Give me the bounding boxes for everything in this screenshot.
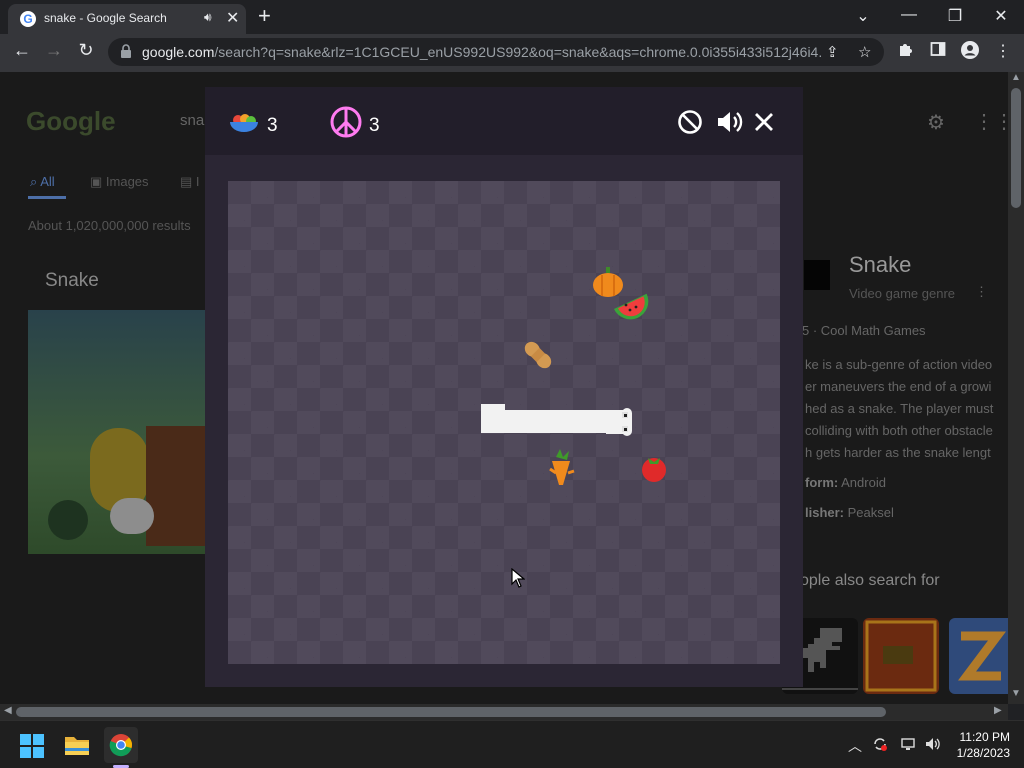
block-icon[interactable] <box>677 109 703 135</box>
browser-toolbar: ← → ↻ google.com/search?q=snake&rlz=1C1G… <box>0 34 1024 72</box>
google-logo[interactable]: Google <box>26 106 116 137</box>
clock-date[interactable]: 1/28/2023 <box>950 746 1010 760</box>
snake-game-modal: 3 3 <box>205 87 803 687</box>
clock-time[interactable]: 11:20 PM <box>958 730 1010 744</box>
forward-arrow-icon[interactable]: → <box>42 40 66 61</box>
windows-start-icon[interactable] <box>20 734 44 758</box>
tab-title: snake - Google Search <box>44 11 167 25</box>
minimize-button[interactable]: — <box>897 6 921 24</box>
network-icon[interactable] <box>900 736 916 755</box>
horizontal-scroll-thumb[interactable] <box>16 707 886 717</box>
description-line: ke is a sub-genre of action video <box>805 357 993 372</box>
knowledge-panel-subtitle: Video game genre <box>849 286 956 301</box>
fruit-bowl-icon <box>230 114 258 132</box>
url-domain: google.com <box>142 44 215 60</box>
side-panel-icon[interactable] <box>927 41 949 62</box>
settings-gear-icon[interactable]: ⚙ <box>927 110 945 135</box>
publisher-value[interactable]: Peaksel <box>848 505 894 520</box>
platform-row: form: Android <box>805 475 886 490</box>
google-apps-grid-icon[interactable]: ⋮⋮⋮ <box>974 109 1008 134</box>
snake-game-preview-image[interactable] <box>28 310 206 554</box>
tomato-icon <box>642 458 666 482</box>
url-path: /search?q=snake&rlz=1C1GCEU_enUS992US992… <box>214 44 822 60</box>
vertical-scrollbar[interactable]: ▲ ▼ <box>1008 72 1024 704</box>
scroll-up-arrow-icon[interactable]: ▲ <box>1011 72 1021 83</box>
results-count: About 1,020,000,000 results <box>28 218 191 233</box>
tab-audio-icon[interactable]: 🔊︎ <box>204 10 212 25</box>
scroll-right-arrow-icon[interactable]: ▶ <box>994 705 1002 716</box>
search-query-fragment[interactable]: sna <box>180 112 204 129</box>
platform-label: form: <box>805 475 839 490</box>
people-also-search-heading: ople also search for <box>800 572 940 589</box>
google-favicon-icon: G <box>20 11 36 27</box>
sound-icon[interactable] <box>715 109 743 135</box>
publisher-label: lisher: <box>805 505 845 520</box>
snake-body <box>481 410 611 433</box>
carrot-icon <box>549 449 575 485</box>
description-line: colliding with both other obstacle <box>805 423 993 438</box>
chrome-icon[interactable] <box>109 733 133 757</box>
profile-avatar-icon[interactable] <box>959 41 981 64</box>
mouse-cursor-icon <box>511 568 525 588</box>
publisher-row: lisher: Peaksel <box>805 505 894 520</box>
tab-all-label: All <box>40 174 55 189</box>
description-line: er maneuvers the end of a growi <box>805 379 992 394</box>
avocado-shape <box>48 500 88 540</box>
url-text[interactable]: google.com/search?q=snake&rlz=1C1GCEU_en… <box>142 44 822 60</box>
reload-icon[interactable]: ↻ <box>74 40 98 61</box>
crate-shape <box>146 426 206 546</box>
tab-all-underline <box>28 196 66 199</box>
show-hidden-icons-chevron-icon[interactable]: ︿ <box>848 736 862 756</box>
address-bar[interactable]: google.com/search?q=snake&rlz=1C1GCEU_en… <box>108 38 884 66</box>
tab-close-icon[interactable]: ✕ <box>226 8 239 28</box>
description-line: h gets harder as the snake lengt <box>805 445 991 460</box>
tab-strip: G snake - Google Search 🔊︎ ✕ + ⌄ — ❐ ✕ <box>0 0 1024 34</box>
share-icon[interactable]: ⇪ <box>826 43 839 61</box>
bookmark-star-icon[interactable]: ☆ <box>858 43 871 61</box>
more-options-icon[interactable]: ⋮ <box>975 284 988 300</box>
back-arrow-icon[interactable]: ← <box>10 40 34 61</box>
platform-value[interactable]: Android <box>841 475 886 490</box>
knowledge-panel-title: Snake <box>849 252 912 277</box>
game-header: 3 3 <box>205 87 803 155</box>
game-board[interactable] <box>228 181 780 664</box>
tab-search-chevron-icon[interactable]: ⌄ <box>851 6 875 26</box>
extensions-puzzle-icon[interactable] <box>895 41 917 62</box>
peanut-icon <box>524 341 552 369</box>
knowledge-panel-rating[interactable]: 5 · Cool Math Games <box>802 323 926 338</box>
description-line: hed as a snake. The player must <box>805 401 994 416</box>
fruit-score: 3 <box>267 115 278 136</box>
scroll-down-arrow-icon[interactable]: ▼ <box>1011 688 1021 699</box>
snake-heading: Snake <box>45 270 99 291</box>
watermelon-icon <box>613 293 649 320</box>
peace-score: 3 <box>369 115 380 136</box>
volume-icon[interactable] <box>924 736 942 755</box>
windows-taskbar: ︿ 11:20 PM 1/28/2023 <box>0 720 1024 768</box>
close-icon[interactable] <box>753 111 775 133</box>
game-thumbnail-3[interactable] <box>949 618 1008 694</box>
game-thumbnail-2[interactable] <box>863 618 939 694</box>
tab-more-label: I <box>195 174 200 189</box>
browser-tab[interactable]: G snake - Google Search 🔊︎ ✕ <box>8 4 246 34</box>
scroll-left-arrow-icon[interactable]: ◀ <box>4 705 12 716</box>
tab-images-label: Images <box>105 174 149 189</box>
peace-symbol-icon <box>330 106 362 138</box>
tab-all[interactable]: ⌕ All <box>30 174 55 190</box>
file-explorer-icon[interactable] <box>64 734 90 756</box>
tab-images[interactable]: ▣ Images <box>90 174 149 190</box>
new-tab-button[interactable]: + <box>258 4 271 28</box>
lock-icon[interactable] <box>120 44 132 61</box>
sync-alert-icon[interactable] <box>872 736 888 755</box>
knowledge-panel-thumbnail[interactable] <box>804 260 830 290</box>
garlic-shape <box>110 498 154 534</box>
tab-more[interactable]: ▤ I <box>180 174 200 190</box>
close-window-button[interactable]: ✕ <box>989 6 1013 26</box>
vertical-scroll-thumb[interactable] <box>1011 88 1021 208</box>
horizontal-scrollbar[interactable]: ◀ ▶ <box>0 704 1008 720</box>
snake-head <box>606 408 632 436</box>
restore-button[interactable]: ❐ <box>943 6 967 26</box>
menu-kebab-icon[interactable]: ⋮ <box>992 41 1014 61</box>
